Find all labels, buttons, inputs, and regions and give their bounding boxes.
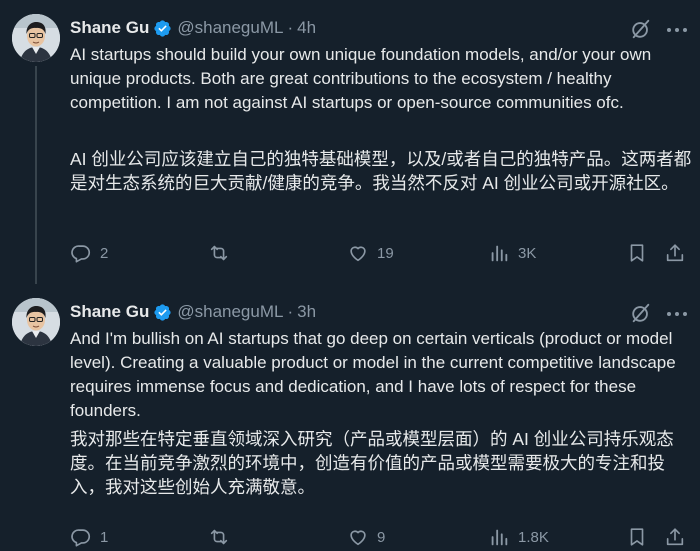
like-button[interactable]: 9 [347,524,385,550]
views-icon [491,529,508,546]
more-icon[interactable] [666,311,688,317]
grok-icon[interactable] [630,302,652,324]
views-icon [491,245,508,262]
tweet-actions: 1 9 1.8K [70,524,690,550]
tweet-actions: 2 19 3K [70,240,690,266]
avatar-image [12,14,60,62]
like-button[interactable]: 19 [347,240,394,266]
views-count: 1.8K [518,528,549,546]
tweet-text-en: And I'm bullish on AI startups that go d… [70,329,676,420]
bookmark-icon [630,244,644,262]
tweet-text-en: AI startups should build your own unique… [70,45,652,112]
share-button[interactable] [664,524,686,550]
tweet-header: Shane Gu @shaneguML · 4h [70,16,316,40]
like-count: 9 [377,528,386,546]
author-name[interactable]: Shane Gu [70,302,149,322]
reply-icon [71,245,91,263]
bookmark-icon [630,528,644,546]
bookmark-button[interactable] [626,240,648,266]
grok-icon[interactable] [630,18,652,40]
avatar[interactable] [12,14,60,62]
repost-icon [210,529,228,545]
author-name[interactable]: Shane Gu [70,18,149,38]
avatar-image [12,298,60,346]
views-button[interactable]: 1.8K [488,524,549,550]
like-icon [350,246,366,262]
more-icon[interactable] [666,27,688,33]
reply-button[interactable]: 2 [70,240,108,266]
verified-badge-icon [154,19,171,37]
bookmark-button[interactable] [626,524,648,550]
reply-button[interactable]: 1 [70,524,108,550]
like-icon [350,530,366,546]
timestamp[interactable]: 4h [297,18,316,38]
verified-badge-icon [154,303,171,321]
author-handle[interactable]: @shaneguML [177,18,283,38]
share-icon [666,244,684,262]
reply-icon [71,529,91,547]
author-handle[interactable]: @shaneguML [177,302,283,322]
share-button[interactable] [664,240,686,266]
tweet-text-zh: 我对那些在特定垂直领域深入研究（产品或模型层面）的 AI 创业公司持乐观态度。在… [70,429,674,497]
reply-count: 1 [100,528,109,546]
avatar[interactable] [12,298,60,346]
repost-icon [210,245,228,261]
views-button[interactable]: 3K [488,240,536,266]
separator-dot: · [287,18,294,37]
views-count: 3K [518,244,537,262]
tweet-text-zh: AI 创业公司应该建立自己的独特基础模型，以及/或者自己的独特产品。这两者都是对… [70,149,692,193]
reply-count: 2 [100,244,109,262]
repost-button[interactable] [208,524,238,550]
separator-dot: · [287,302,294,321]
like-count: 19 [377,244,394,262]
share-icon [666,528,684,546]
thread-line [35,66,37,284]
tweet-header: Shane Gu @shaneguML · 3h [70,300,316,324]
timestamp[interactable]: 3h [297,302,316,322]
repost-button[interactable] [208,240,238,266]
